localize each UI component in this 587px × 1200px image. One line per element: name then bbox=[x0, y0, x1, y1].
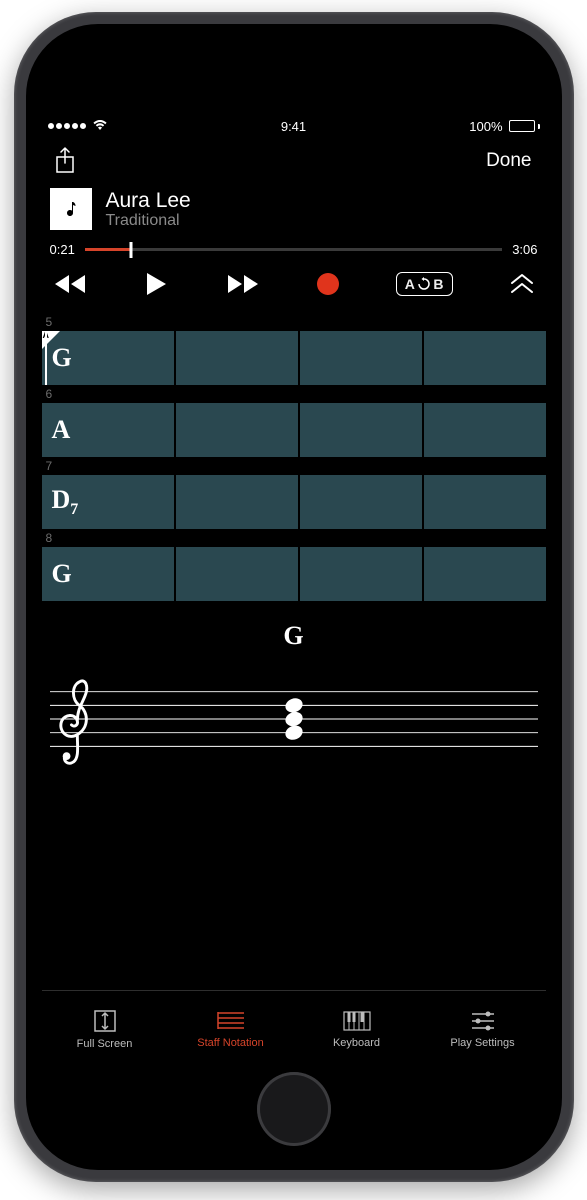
chord-cell[interactable] bbox=[424, 475, 546, 529]
chord-cell[interactable] bbox=[176, 331, 298, 385]
playhead-indicator bbox=[45, 331, 47, 385]
staff-notation-icon bbox=[216, 1009, 246, 1033]
ab-label-a: A bbox=[405, 276, 416, 292]
bar-number: 6 bbox=[42, 385, 546, 403]
tab-bar: Full Screen Staff Notation bbox=[42, 990, 546, 1060]
song-title: Aura Lee bbox=[106, 189, 191, 212]
share-icon bbox=[54, 147, 76, 175]
full-screen-icon bbox=[92, 1008, 118, 1034]
progress-knob[interactable] bbox=[129, 242, 132, 258]
status-bar: 9:41 100% bbox=[42, 114, 546, 138]
rewind-icon bbox=[52, 272, 88, 296]
chord-cell[interactable] bbox=[176, 475, 298, 529]
chord-row[interactable]: A bbox=[42, 403, 546, 457]
chord-cell[interactable] bbox=[300, 475, 422, 529]
ab-loop-button[interactable]: A B bbox=[396, 272, 453, 296]
loop-icon bbox=[417, 277, 431, 291]
share-button[interactable] bbox=[50, 146, 80, 176]
progress-track[interactable] bbox=[85, 248, 502, 251]
collapse-button[interactable] bbox=[509, 273, 535, 295]
chord-cell[interactable] bbox=[424, 331, 546, 385]
album-art[interactable] bbox=[50, 188, 92, 230]
chord-cell[interactable] bbox=[424, 403, 546, 457]
chord-grid: 5GA6 A 7 D7 8 G G bbox=[42, 313, 546, 990]
staff-svg bbox=[50, 665, 538, 775]
chord-cell[interactable]: G bbox=[42, 331, 174, 385]
tab-full-screen[interactable]: Full Screen bbox=[42, 1008, 168, 1050]
song-header: Aura Lee Traditional bbox=[42, 184, 546, 238]
tab-play-settings[interactable]: Play Settings bbox=[420, 1009, 546, 1049]
phone-frame: 9:41 100% Done bbox=[14, 12, 574, 1182]
music-note-icon bbox=[60, 198, 82, 220]
bar-number: 7 bbox=[42, 457, 546, 475]
chord-cell[interactable] bbox=[424, 547, 546, 601]
chord-cell[interactable] bbox=[300, 547, 422, 601]
bar-number: 5 bbox=[42, 313, 546, 331]
done-button[interactable]: Done bbox=[480, 146, 537, 176]
ab-label-b: B bbox=[433, 276, 444, 292]
chevron-double-up-icon bbox=[509, 273, 535, 295]
progress-fill bbox=[85, 248, 131, 251]
time-elapsed: 0:21 bbox=[50, 242, 75, 257]
play-button[interactable] bbox=[144, 271, 168, 297]
chord-row[interactable]: GA bbox=[42, 331, 546, 385]
chord-row[interactable]: D7 bbox=[42, 475, 546, 529]
tab-label: Full Screen bbox=[77, 1038, 133, 1050]
wifi-icon bbox=[92, 119, 108, 134]
record-button[interactable] bbox=[317, 273, 339, 295]
battery-pct: 100% bbox=[469, 119, 502, 134]
chord-label: G bbox=[52, 559, 72, 589]
tab-label: Play Settings bbox=[450, 1037, 514, 1049]
chord-cell[interactable]: D7 bbox=[42, 475, 174, 529]
chord-label: A bbox=[52, 415, 71, 445]
transport-bar: A B bbox=[42, 261, 546, 313]
current-chord-label: G bbox=[42, 621, 546, 651]
fast-forward-icon bbox=[225, 272, 261, 296]
fast-forward-button[interactable] bbox=[225, 272, 261, 296]
status-time: 9:41 bbox=[281, 119, 306, 134]
rewind-button[interactable] bbox=[52, 272, 88, 296]
signal-dots bbox=[48, 123, 86, 129]
progress-row: 0:21 3:06 bbox=[42, 238, 546, 261]
nav-bar: Done bbox=[42, 138, 546, 184]
tab-keyboard[interactable]: Keyboard bbox=[294, 1009, 420, 1049]
keyboard-icon bbox=[342, 1009, 372, 1033]
staff-notation-area bbox=[50, 665, 538, 780]
chord-notes-icon bbox=[283, 696, 304, 742]
tab-staff-notation[interactable]: Staff Notation bbox=[168, 1009, 294, 1049]
record-icon bbox=[317, 273, 339, 295]
bar-number: 8 bbox=[42, 529, 546, 547]
time-total: 3:06 bbox=[512, 242, 537, 257]
chord-cell[interactable] bbox=[176, 403, 298, 457]
sliders-icon bbox=[469, 1009, 497, 1033]
tab-label: Keyboard bbox=[333, 1037, 380, 1049]
chord-row[interactable]: G bbox=[42, 547, 546, 601]
song-subtitle: Traditional bbox=[106, 212, 191, 230]
treble-clef-icon bbox=[60, 681, 86, 763]
chord-cell[interactable] bbox=[300, 403, 422, 457]
tab-label: Staff Notation bbox=[197, 1037, 263, 1049]
home-button[interactable] bbox=[257, 1072, 331, 1146]
phone-bezel: 9:41 100% Done bbox=[26, 24, 562, 1170]
chord-cell[interactable] bbox=[300, 331, 422, 385]
battery-icon bbox=[509, 120, 540, 132]
chord-cell[interactable]: G bbox=[42, 547, 174, 601]
chord-label: D7 bbox=[52, 485, 79, 519]
chord-cell[interactable]: A bbox=[42, 403, 174, 457]
screen: 9:41 100% Done bbox=[42, 114, 546, 1060]
chord-cell[interactable] bbox=[176, 547, 298, 601]
play-icon bbox=[144, 271, 168, 297]
